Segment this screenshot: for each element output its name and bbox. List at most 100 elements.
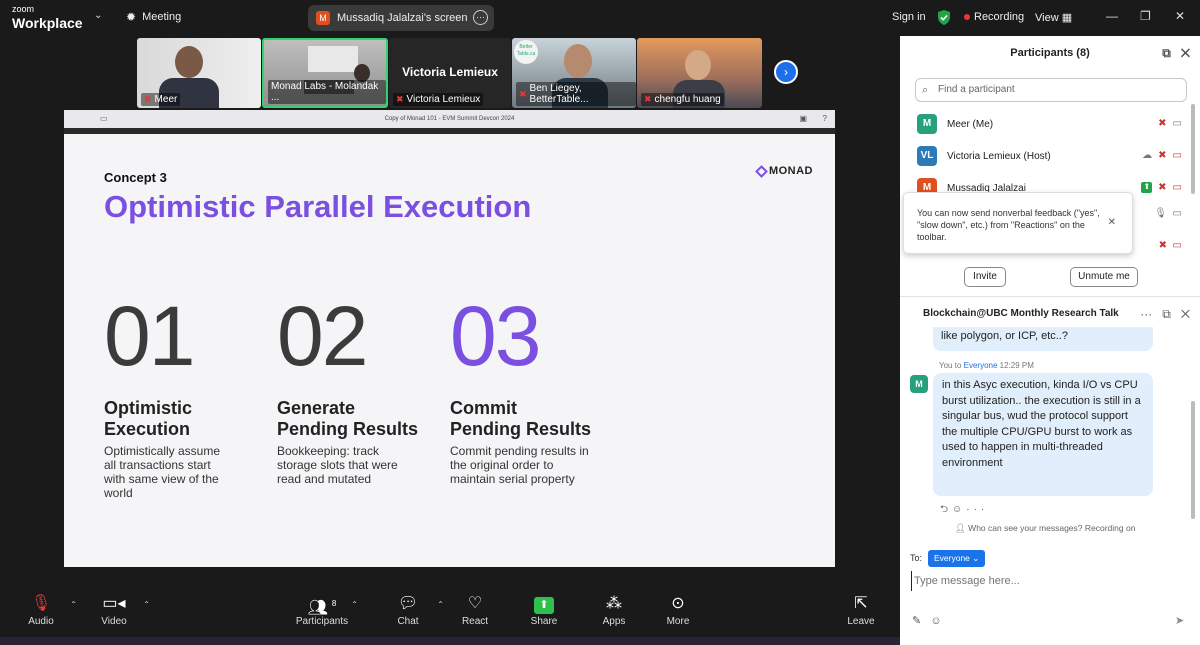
participants-scrollbar[interactable] (1191, 104, 1195, 194)
participant-search-input[interactable]: ⌕ Find a participant (915, 78, 1187, 102)
chevron-up-icon[interactable]: ⌃ (351, 600, 358, 609)
chevron-up-icon[interactable]: ⌃ (437, 600, 444, 609)
video-off-icon[interactable]: ▭ (1173, 150, 1182, 161)
emoji-reaction-icon[interactable]: ☺ (952, 504, 966, 515)
sidebar-toggle-icon: ▭ (100, 114, 108, 123)
tile-name: Victoria Lemieux (406, 94, 481, 105)
reply-icon[interactable]: ⮌ (940, 504, 952, 515)
close-icon[interactable]: ✕ (1108, 217, 1116, 229)
send-icon[interactable]: ➤ (1175, 614, 1184, 627)
slide: Concept 3 Optimistic Parallel Execution … (64, 134, 835, 567)
react-button[interactable]: ♡ React (445, 592, 505, 627)
video-camera-icon: ▭◂ (102, 595, 126, 612)
video-camera-icon[interactable]: ▭ (1173, 208, 1182, 219)
recipient-select[interactable]: Everyone ⌄ (928, 550, 985, 567)
participant-status: ☁ ✖ ▭ (1142, 150, 1182, 161)
chevron-down-icon[interactable]: ⌄ (94, 10, 102, 21)
next-page-button[interactable]: › (774, 60, 798, 84)
column-heading: Generate Pending Results (277, 398, 447, 440)
video-off-icon[interactable]: ▭ (1173, 240, 1182, 251)
tile-big-name: Victoria Lemieux (402, 65, 498, 79)
video-tile-monad-labs[interactable]: Monad Labs - Molandak ... (262, 38, 388, 108)
who-can-see-link[interactable]: 👤︎ Who can see your messages? Recording … (955, 523, 1135, 534)
participant-status: ⬆ ✖ ▭ (1141, 182, 1182, 193)
share-badge: M (316, 11, 330, 25)
recording-indicator[interactable]: Recording (964, 11, 1024, 23)
restore-icon[interactable]: ❐ (1140, 9, 1151, 23)
people-icon: 👤︎ (955, 523, 966, 533)
apps-button[interactable]: ⁂ Apps (584, 592, 644, 627)
close-icon[interactable]: ✕ (1181, 46, 1190, 60)
close-icon[interactable]: ✕ (1175, 9, 1185, 23)
brand-small: zoom (12, 4, 35, 14)
tile-name: Ben Liegey, BetterTable... (529, 83, 589, 105)
video-tile-chengfu-huang[interactable]: ✖ chengfu huang (637, 38, 762, 108)
sign-in-link[interactable]: Sign in (892, 11, 926, 23)
mic-muted-icon[interactable]: ✖ (1158, 182, 1166, 193)
video-off-icon[interactable]: ▭ (1173, 182, 1182, 193)
meeting-icon: ✹ (126, 10, 137, 24)
participant-silhouette (564, 44, 592, 78)
video-tile-victoria-lemieux[interactable]: Victoria Lemieux ✖ Victoria Lemieux (389, 38, 511, 108)
audio-button[interactable]: 🎙︎ Audio ⌃ (11, 592, 77, 627)
shield-icon[interactable] (936, 9, 952, 26)
reactions-tooltip: You can now send nonverbal feedback ("ye… (903, 192, 1133, 254)
mic-icon[interactable]: 🎙︎ (1154, 208, 1167, 219)
video-tile-meer[interactable]: ✖ Meer (137, 38, 261, 108)
popout-icon[interactable]: ⧉ (1162, 307, 1171, 321)
view-label: View (1035, 12, 1059, 24)
chat-compose-tools: ✎ ☺ (912, 614, 942, 627)
view-menu[interactable]: View ▦ (1035, 11, 1072, 24)
column-number: 01 (104, 289, 195, 383)
column-heading-line2: Pending Results (277, 419, 419, 439)
avatar: M (910, 375, 928, 393)
close-icon[interactable]: ✕ (1181, 307, 1190, 321)
meta-prefix: You to (939, 361, 962, 370)
help-icon: ? (822, 114, 827, 123)
chevron-up-icon[interactable]: ⌃ (70, 600, 77, 609)
leave-button[interactable]: ⇱ Leave (831, 592, 891, 627)
popout-icon[interactable]: ⧉ (1162, 46, 1171, 60)
participants-label: Participants (295, 616, 349, 627)
column-heading: Optimistic Execution (104, 398, 274, 440)
chevron-up-icon[interactable]: ⌃ (143, 600, 150, 609)
slide-concept-label: Concept 3 (104, 170, 167, 185)
participants-button[interactable]: 👥︎ 8 Participants ⌃ (292, 592, 358, 627)
video-camera-icon[interactable]: ▭ (1173, 118, 1182, 129)
column-description: Commit pending results in the original o… (450, 444, 589, 486)
video-tile-ben-liegey[interactable]: Better Table.ca ✖ Ben Liegey, BetterTable… (512, 38, 636, 108)
share-status-pill[interactable]: M Mussadiq Jalalzai's screen ··· (308, 5, 494, 31)
video-button[interactable]: ▭◂ Video ⌃ (84, 592, 150, 627)
apps-label: Apps (602, 616, 626, 627)
more-options-icon[interactable]: ··· (473, 10, 488, 25)
chat-scrollbar[interactable] (1191, 401, 1195, 519)
more-options-icon[interactable]: ··· (966, 504, 988, 515)
chat-message-input[interactable] (911, 571, 1181, 591)
mic-muted-icon[interactable]: ✖ (1158, 150, 1166, 161)
share-button[interactable]: ⬆ Share (514, 592, 574, 627)
chat-button[interactable]: 💬︎ Chat ⌃ (378, 592, 444, 627)
monad-diamond-icon (755, 164, 768, 178)
mic-muted-icon[interactable]: ✖ (1158, 118, 1166, 129)
format-text-icon[interactable]: ✎ (912, 615, 921, 627)
meeting-menu[interactable]: ✹ Meeting (126, 10, 181, 24)
monad-logo-text: MONAD (768, 165, 813, 177)
participant-row[interactable]: M Meer (Me) ✖ ▭ (900, 108, 1200, 140)
emoji-icon[interactable]: ☺ (930, 615, 941, 627)
participant-row[interactable]: VL Victoria Lemieux (Host) ☁ ✖ ▭ (900, 140, 1200, 172)
audio-label: Audio (28, 616, 54, 627)
share-title: Mussadiq Jalalzai's screen (337, 12, 468, 24)
more-options-icon[interactable]: ··· (1140, 307, 1152, 321)
participant-list: M Meer (Me) ✖ ▭ VL Victoria Lemieux (Host… (900, 108, 1200, 204)
unmute-me-button[interactable]: Unmute me (1070, 267, 1138, 287)
zoom-logo[interactable]: zoom Workplace (12, 4, 83, 31)
participants-panel-header: Participants (8) ⧉ ✕ (900, 36, 1200, 70)
invite-button[interactable]: Invite (964, 267, 1006, 287)
participants-panel-title: Participants (8) (1010, 47, 1090, 59)
mic-muted-icon[interactable]: ✖ (1159, 240, 1167, 251)
chat-message[interactable]: in this Asyc execution, kinda I/O vs CPU… (933, 373, 1153, 496)
bettertable-logo: Better Table.ca (514, 40, 538, 64)
panel-header-icons: ⧉ ✕ (1162, 36, 1190, 70)
minimize-icon[interactable]: — (1106, 9, 1118, 23)
more-button[interactable]: ⊙ More (648, 592, 708, 627)
